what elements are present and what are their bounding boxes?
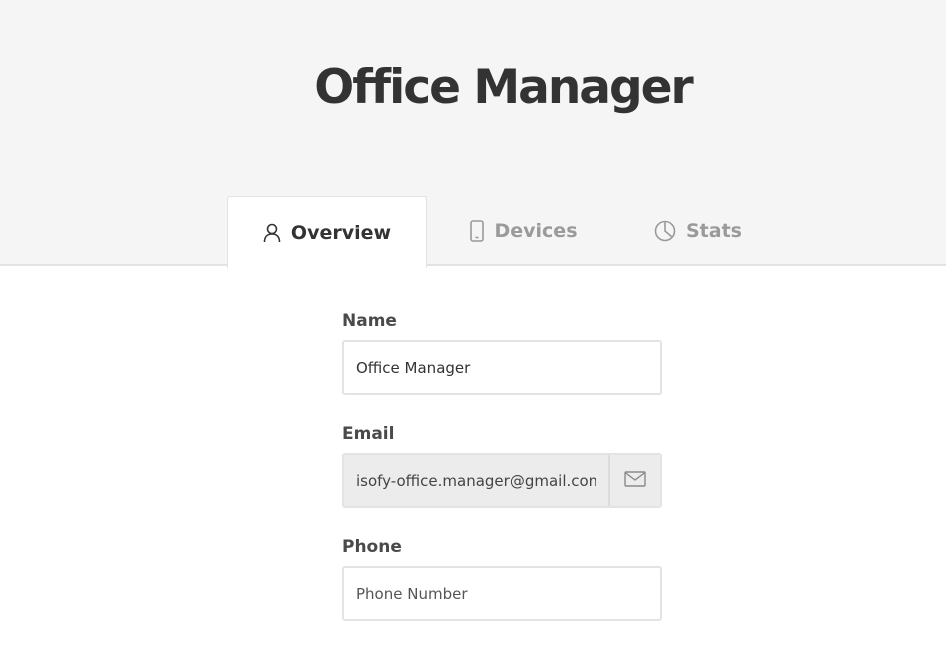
page-header: Office Manager Overview Devices Stats	[0, 0, 946, 268]
pie-chart-icon	[654, 220, 676, 242]
tab-overview-label: Overview	[290, 221, 392, 244]
tab-stats-label: Stats	[686, 220, 742, 242]
phone-label: Phone	[342, 537, 402, 557]
email-input[interactable]	[344, 455, 608, 506]
tab-bar: Overview Devices Stats	[0, 196, 946, 268]
name-label: Name	[342, 311, 397, 331]
mail-icon	[624, 470, 646, 491]
email-input-box	[342, 453, 662, 508]
tab-stats[interactable]: Stats	[648, 196, 748, 266]
email-field-group: Email	[342, 423, 662, 508]
overview-form: Name Email Phone	[342, 310, 662, 649]
name-input-box	[342, 340, 662, 395]
phone-input[interactable]	[344, 568, 660, 619]
name-field-group: Name	[342, 310, 662, 395]
page-title: Office Manager	[314, 60, 693, 115]
phone-input-box	[342, 566, 662, 621]
tab-overview[interactable]: Overview	[227, 196, 427, 268]
email-addon	[608, 455, 660, 506]
user-icon	[263, 223, 281, 243]
name-input[interactable]	[344, 342, 660, 393]
tab-devices-label: Devices	[494, 220, 578, 242]
tab-devices[interactable]: Devices	[462, 196, 586, 266]
phone-field-group: Phone	[342, 536, 662, 621]
email-label: Email	[342, 424, 395, 444]
phone-icon	[470, 220, 485, 242]
